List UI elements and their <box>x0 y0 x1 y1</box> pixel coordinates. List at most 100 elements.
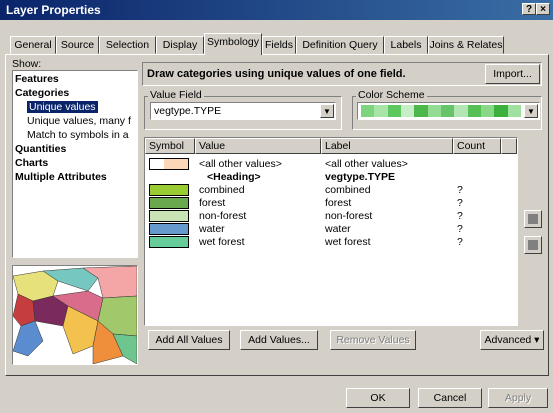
color-swatch <box>507 105 522 117</box>
show-item-features[interactable]: Features <box>15 73 59 85</box>
symbol-swatch[interactable] <box>149 158 189 170</box>
cell-value: wet forest <box>199 236 245 248</box>
cell-label: combined <box>325 184 371 196</box>
close-button[interactable]: × <box>536 3 550 15</box>
table-row[interactable]: water water? <box>145 223 517 236</box>
cell-label: water <box>325 223 351 235</box>
cell-value: combined <box>199 184 245 196</box>
tab-display[interactable]: Display <box>156 36 204 54</box>
value-field-label: Value Field <box>148 89 204 101</box>
table-row[interactable]: <Heading> vegtype.TYPE <box>145 171 517 184</box>
apply-button[interactable]: Apply <box>488 388 548 408</box>
symbol-swatch[interactable] <box>149 210 189 222</box>
cell-value: <all other values> <box>199 158 282 170</box>
ok-button[interactable]: OK <box>346 388 410 408</box>
chevron-down-icon[interactable]: ▼ <box>524 104 538 118</box>
tab-selection[interactable]: Selection <box>99 36 156 54</box>
color-swatch <box>481 105 495 117</box>
show-list[interactable]: Features Categories Unique values Unique va… <box>12 70 138 258</box>
show-item-categories[interactable]: Categories <box>15 87 69 99</box>
cancel-button[interactable]: Cancel <box>418 388 482 408</box>
values-table[interactable]: Symbol Value Label Count <all other valu… <box>144 137 518 326</box>
show-item-charts[interactable]: Charts <box>15 157 48 169</box>
help-button[interactable]: ? <box>522 3 536 15</box>
cell-value: forest <box>199 197 226 209</box>
add-all-values-button[interactable]: Add All Values <box>148 330 230 350</box>
cell-count: ? <box>457 210 463 222</box>
col-header-label[interactable]: Label <box>321 138 453 154</box>
table-row[interactable]: forest forest? <box>145 197 517 210</box>
tab-labels[interactable]: Labels <box>384 36 428 54</box>
map-preview-image <box>13 266 137 364</box>
title-bar[interactable]: Layer Properties ? × <box>0 0 553 20</box>
apply-label: Apply <box>504 392 532 404</box>
tab-source[interactable]: Source <box>56 36 99 54</box>
col-header-value[interactable]: Value <box>195 138 321 154</box>
cell-value: water <box>199 223 225 235</box>
move-down-button[interactable] <box>524 236 542 254</box>
add-values-label: Add Values... <box>248 334 310 346</box>
table-row[interactable]: combined combined? <box>145 184 517 197</box>
symbol-swatch[interactable] <box>149 197 189 209</box>
cell-count: ? <box>457 236 463 248</box>
col-header-filler <box>501 138 517 154</box>
tab-symbology[interactable]: Symbology <box>204 33 262 55</box>
cell-label: <all other values> <box>325 158 408 170</box>
show-item-multiple-attributes[interactable]: Multiple Attributes <box>15 171 107 183</box>
description-text: Draw categories using unique values of o… <box>147 68 406 80</box>
symbol-swatch[interactable] <box>149 184 189 196</box>
show-label: Show: <box>12 58 42 70</box>
value-field-value: vegtype.TYPE <box>154 105 222 117</box>
cell-label: wet forest <box>325 236 371 248</box>
advanced-button[interactable]: Advanced ▾ <box>480 330 544 350</box>
tab-joins-relates[interactable]: Joins & Relates <box>428 36 504 54</box>
map-preview <box>12 265 138 365</box>
color-ramp <box>361 105 522 117</box>
show-item-unique-values[interactable]: Unique values <box>27 101 98 113</box>
move-up-button[interactable] <box>524 210 542 228</box>
tab-definition-query[interactable]: Definition Query <box>296 36 384 54</box>
color-swatch <box>427 105 442 117</box>
cell-label: non-forest <box>325 210 373 222</box>
cell-count: ? <box>457 197 463 209</box>
color-scheme-select[interactable]: ▼ <box>357 102 540 120</box>
chevron-down-icon[interactable]: ▼ <box>320 104 334 118</box>
tab-fields[interactable]: Fields <box>262 36 296 54</box>
col-header-count[interactable]: Count <box>453 138 501 154</box>
import-button[interactable]: Import... <box>485 64 540 84</box>
color-swatch <box>454 105 469 117</box>
value-field-select[interactable]: vegtype.TYPE ▼ <box>150 102 336 120</box>
window-title: Layer Properties <box>6 3 101 17</box>
import-button-label: Import... <box>493 68 532 80</box>
cell-value: non-forest <box>199 210 247 222</box>
color-swatch <box>441 105 455 117</box>
show-item-quantities[interactable]: Quantities <box>15 143 66 155</box>
add-values-button[interactable]: Add Values... <box>240 330 318 350</box>
remove-values-button[interactable]: Remove Values <box>330 330 416 350</box>
remove-values-label: Remove Values <box>336 334 410 346</box>
color-swatch <box>494 105 509 117</box>
color-scheme-label: Color Scheme <box>356 89 427 101</box>
symbol-swatch[interactable] <box>149 236 189 248</box>
cell-count: ? <box>457 184 463 196</box>
add-all-values-label: Add All Values <box>155 334 223 346</box>
table-row[interactable]: non-forest non-forest? <box>145 210 517 223</box>
cell-count: ? <box>457 223 463 235</box>
show-item-unique-values-many-f[interactable]: Unique values, many f <box>27 115 131 127</box>
ok-label: OK <box>370 392 386 404</box>
color-swatch <box>467 105 482 117</box>
cancel-label: Cancel <box>433 392 467 404</box>
color-swatch <box>387 105 402 117</box>
cell-label: vegtype.TYPE <box>325 171 396 183</box>
table-row[interactable]: <all other values> <all other values> <box>145 158 517 171</box>
col-header-symbol[interactable]: Symbol <box>145 138 195 154</box>
advanced-label: Advanced ▾ <box>484 334 540 346</box>
color-swatch <box>401 105 415 117</box>
show-item-match-to-symbols-in-a[interactable]: Match to symbols in a <box>27 129 129 141</box>
tab-general[interactable]: General <box>10 36 56 54</box>
symbol-swatch[interactable] <box>149 223 189 235</box>
color-swatch <box>361 105 375 117</box>
description-bar: Draw categories using unique values of o… <box>142 62 542 86</box>
color-swatch <box>374 105 389 117</box>
table-row[interactable]: wet forest wet forest? <box>145 236 517 249</box>
